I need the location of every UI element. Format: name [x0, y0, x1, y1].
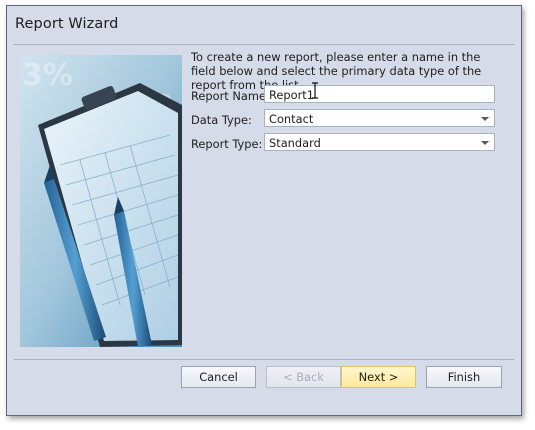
data-type-select[interactable]: Contact	[264, 109, 495, 127]
data-type-value: Contact	[269, 112, 314, 126]
report-type-value: Standard	[269, 136, 321, 150]
text-cursor-icon	[312, 82, 318, 99]
next-button[interactable]: Next >	[341, 366, 416, 388]
wizard-illustration: 3% $ 52	[20, 55, 182, 347]
back-button[interactable]: < Back	[266, 366, 341, 388]
report-type-label: Report Type:	[191, 137, 263, 151]
chevron-down-icon[interactable]	[481, 117, 489, 121]
report-name-input[interactable]: Report1	[264, 85, 495, 103]
data-type-label: Data Type:	[191, 113, 252, 127]
report-type-select[interactable]: Standard	[264, 133, 495, 151]
cancel-button[interactable]: Cancel	[181, 366, 256, 388]
chevron-down-icon[interactable]	[481, 141, 489, 145]
finish-button[interactable]: Finish	[426, 366, 502, 388]
dialog-title: Report Wizard	[15, 16, 119, 32]
report-name-label: Report Name:	[191, 89, 270, 103]
report-name-value: Report1	[269, 88, 315, 102]
